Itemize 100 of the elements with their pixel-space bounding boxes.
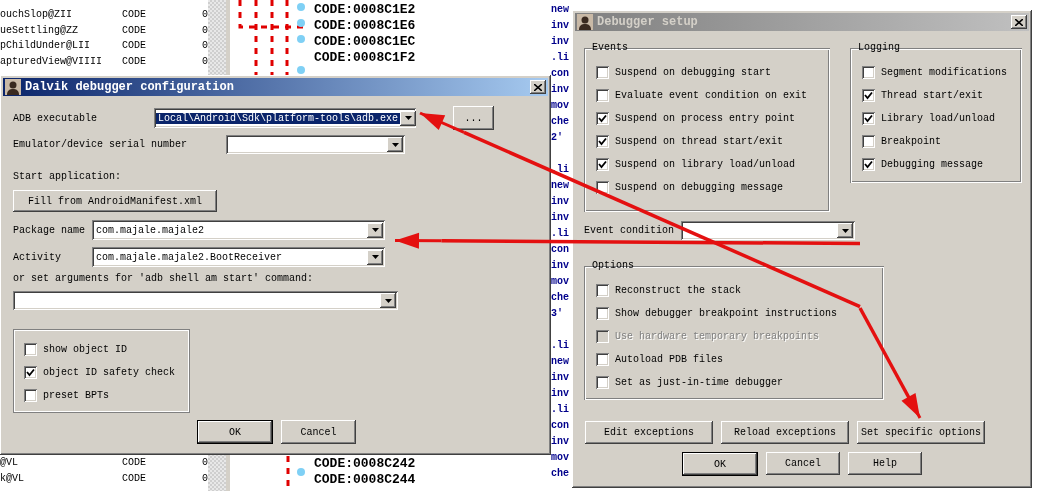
close-icon: [1015, 18, 1023, 26]
instruction-text: mov: [551, 100, 569, 111]
checkbox[interactable]: [862, 112, 875, 125]
dropdown-button[interactable]: [837, 223, 853, 238]
instruction-text: 2': [551, 132, 563, 143]
checkbox[interactable]: [596, 66, 609, 79]
checkbox[interactable]: [596, 307, 609, 320]
instruction-text: inv: [551, 20, 569, 31]
checkbox[interactable]: [862, 158, 875, 171]
address-text: CODE:0008C244: [314, 472, 417, 488]
checkbox-label: Library load/unload: [881, 113, 996, 124]
instruction-text: che: [551, 468, 569, 479]
table-cell-text: k@VL: [0, 472, 25, 484]
node-dot: [297, 19, 305, 27]
checkbox[interactable]: [596, 158, 609, 171]
checkbox-label: Suspend on debugging start: [615, 67, 772, 78]
instruction-text: inv: [551, 196, 569, 207]
address-text: CODE:0008C242: [314, 456, 417, 472]
checkbox-label: Debugging message: [881, 159, 984, 170]
address-text: CODE:0008C1F2: [314, 50, 417, 66]
instruction-text: inv: [551, 436, 569, 447]
instruction-text: inv: [551, 36, 569, 47]
instruction-text: 3': [551, 308, 563, 319]
checkbox[interactable]: [596, 89, 609, 102]
dialog-button[interactable]: Set specific options: [857, 421, 985, 444]
caret-icon: [391, 142, 399, 147]
caret-icon: [384, 298, 392, 303]
table-cell-text: apturedView@VIIII: [0, 55, 104, 67]
table-cell-text: CODE: [122, 457, 147, 469]
table-cell: 0: [202, 9, 208, 21]
instruction-text: .li: [551, 340, 569, 351]
combo-box[interactable]: [681, 221, 855, 240]
instruction-text: .li: [551, 404, 569, 415]
checkbox[interactable]: [596, 135, 609, 148]
checkbox-label: Show debugger breakpoint instructions: [615, 308, 838, 319]
node-dot: [297, 3, 305, 11]
checkbox[interactable]: [862, 66, 875, 79]
dialog-button[interactable]: OK: [197, 420, 273, 444]
checkbox-label: Evaluate event condition on exit: [615, 90, 808, 101]
dialog-button[interactable]: Cancel: [281, 420, 356, 444]
dropdown-button[interactable]: [400, 110, 417, 126]
node-dot: [297, 35, 305, 43]
checkbox[interactable]: [596, 353, 609, 366]
dialog-button[interactable]: Help: [848, 452, 922, 475]
combo-box[interactable]: Local\Android\Sdk\platform-tools\adb.exe: [154, 108, 416, 128]
checkbox[interactable]: [862, 135, 875, 148]
checkbox-label: Suspend on library load/unload: [615, 159, 796, 170]
checkbox-label: Set as just-in-time debugger: [615, 377, 784, 388]
instruction-text: che: [551, 116, 569, 127]
checkbox[interactable]: [862, 89, 875, 102]
browse-button[interactable]: ...: [453, 106, 494, 130]
dropdown-button[interactable]: [367, 222, 383, 238]
close-icon: [534, 83, 542, 91]
close-button[interactable]: [1011, 15, 1027, 29]
field-label: ADB executable: [13, 112, 98, 124]
group-title: Logging: [857, 41, 901, 55]
checkbox-label: Suspend on process entry point: [615, 113, 796, 124]
caret-icon: [404, 116, 412, 120]
checkbox[interactable]: [24, 388, 37, 402]
checkbox-label: Segment modifications: [881, 67, 1008, 78]
field-label: Emulator/device serial number: [13, 139, 189, 150]
group-title: Options: [591, 259, 635, 273]
dialog-button[interactable]: Reload exceptions: [721, 421, 849, 444]
dialog-button[interactable]: Edit exceptions: [585, 421, 713, 444]
combo-box[interactable]: com.majale.majale2: [92, 220, 385, 240]
dropdown-button[interactable]: [387, 137, 403, 152]
instruction-text: inv: [551, 388, 569, 399]
instruction-text: .li: [551, 52, 569, 63]
checkbox[interactable]: [596, 112, 609, 125]
address-text: CODE:0008C1E2: [314, 2, 417, 18]
instruction-text: new: [551, 4, 569, 15]
dialog-button[interactable]: Cancel: [766, 452, 840, 475]
field-label: Event condition: [584, 225, 675, 236]
address-text: CODE:0008C1E6: [314, 18, 417, 34]
checkbox[interactable]: [596, 284, 609, 297]
combo-box[interactable]: com.majale.majale2.BootReceiver: [92, 247, 385, 267]
checkbox[interactable]: [24, 342, 37, 356]
instruction-text: con: [551, 420, 569, 431]
checkbox[interactable]: [24, 365, 37, 379]
table-cell-text: CODE: [122, 472, 147, 484]
fill-button[interactable]: Fill from AndroidManifest.xml: [13, 190, 217, 212]
address-text: CODE:0008C1EC: [314, 34, 417, 50]
dialog-button[interactable]: OK: [682, 452, 758, 476]
group-title: Events: [591, 41, 629, 55]
instruction-text: inv: [551, 260, 569, 271]
instruction-text: con: [551, 244, 569, 255]
checkbox-label: Suspend on debugging message: [615, 182, 784, 193]
window-title: Dalvik debugger configuration: [25, 80, 235, 94]
combo-box[interactable]: [226, 135, 405, 154]
checkbox-label: Thread start/exit: [881, 90, 984, 101]
table-cell: 0: [202, 24, 208, 36]
node-dot: [297, 66, 305, 74]
checkbox[interactable]: [596, 376, 609, 389]
combo-box[interactable]: [13, 291, 398, 310]
caret-icon: [371, 255, 379, 259]
field-label: Package name: [13, 224, 86, 236]
close-button[interactable]: [530, 80, 546, 94]
dropdown-button[interactable]: [380, 293, 396, 308]
checkbox-label: object ID safety check: [43, 366, 176, 378]
dropdown-button[interactable]: [367, 249, 383, 265]
